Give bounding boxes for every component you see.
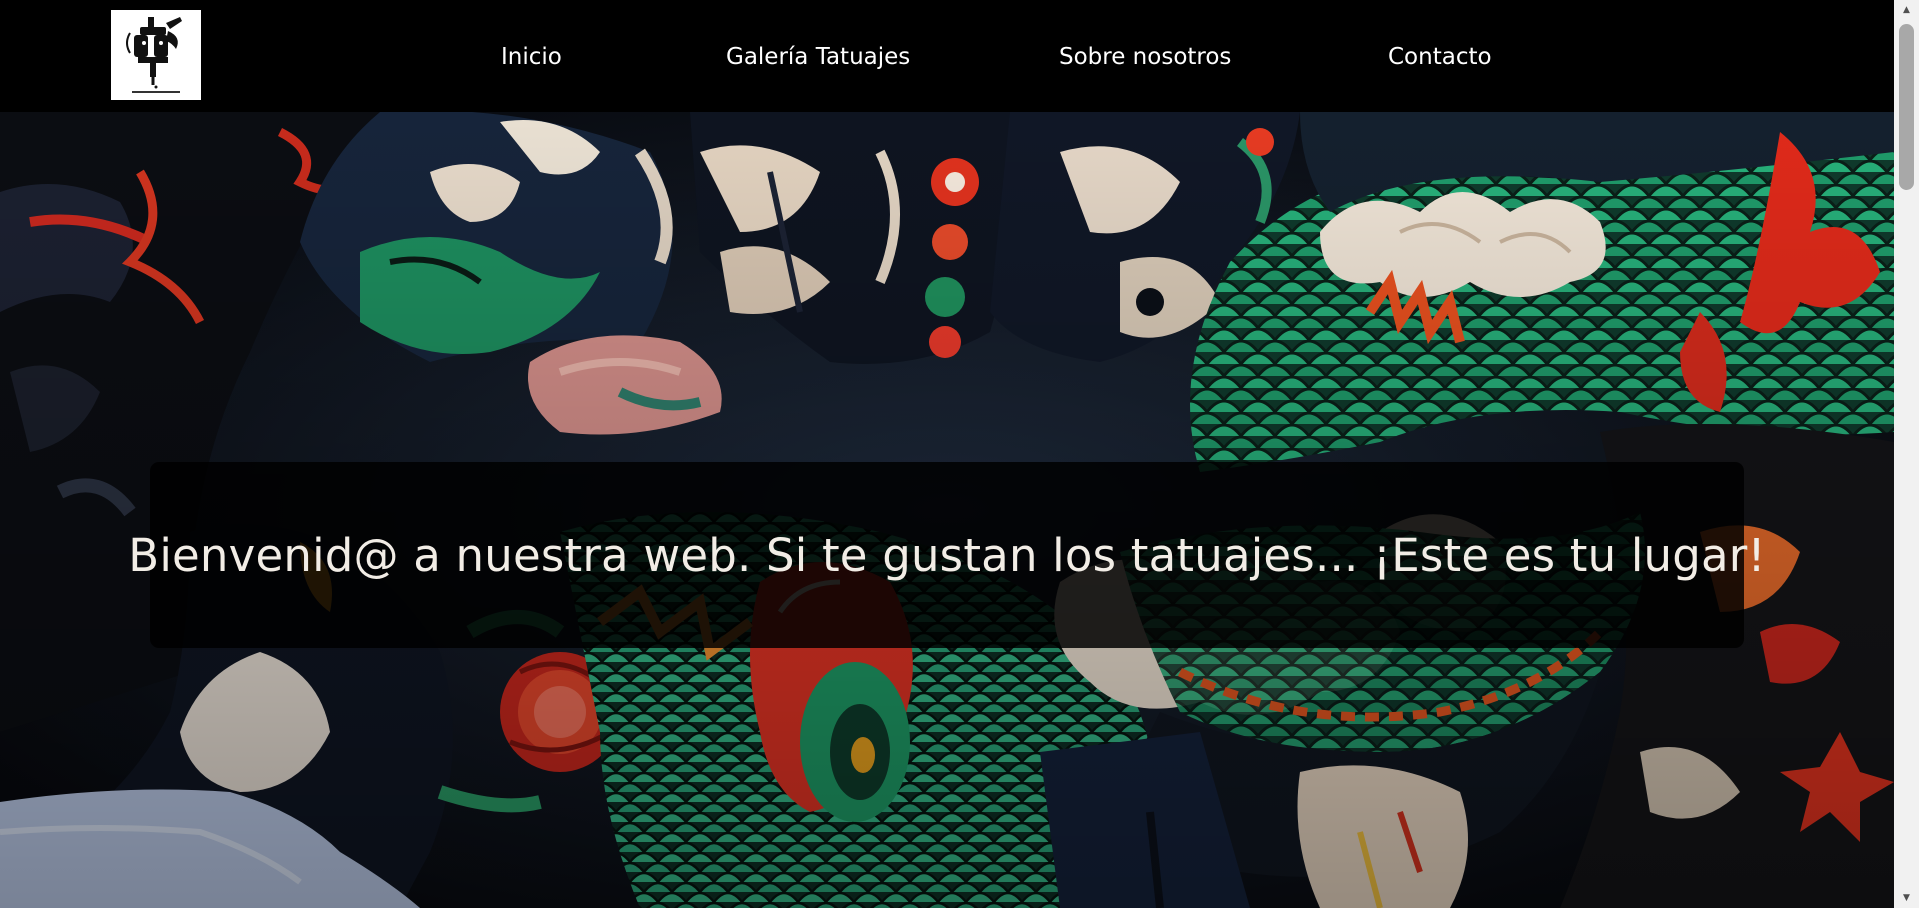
welcome-banner: Bienvenid@ a nuestra web. Si te gustan l… [128,462,1766,648]
nav-sobre-nosotros[interactable]: Sobre nosotros [1059,40,1231,74]
scrollbar-thumb[interactable] [1899,24,1914,190]
logo-link[interactable] [111,10,201,100]
arrow-down-icon[interactable]: ▼ [1894,888,1919,908]
tattoo-machine-logo-icon [126,17,182,93]
site-header: Inicio Galería Tatuajes Sobre nosotros C… [0,0,1894,112]
page-viewport: Inicio Galería Tatuajes Sobre nosotros C… [0,0,1894,908]
welcome-headline: Bienvenid@ a nuestra web. Si te gustan l… [128,528,1766,582]
arrow-up-icon[interactable]: ▲ [1894,0,1919,20]
hero-section: Bienvenid@ a nuestra web. Si te gustan l… [0,112,1894,908]
nav-contacto[interactable]: Contacto [1388,40,1492,74]
page-scrollbar[interactable]: ▲ ▼ [1894,0,1919,908]
nav-galeria-tatuajes[interactable]: Galería Tatuajes [726,40,910,74]
nav-inicio[interactable]: Inicio [501,40,562,74]
